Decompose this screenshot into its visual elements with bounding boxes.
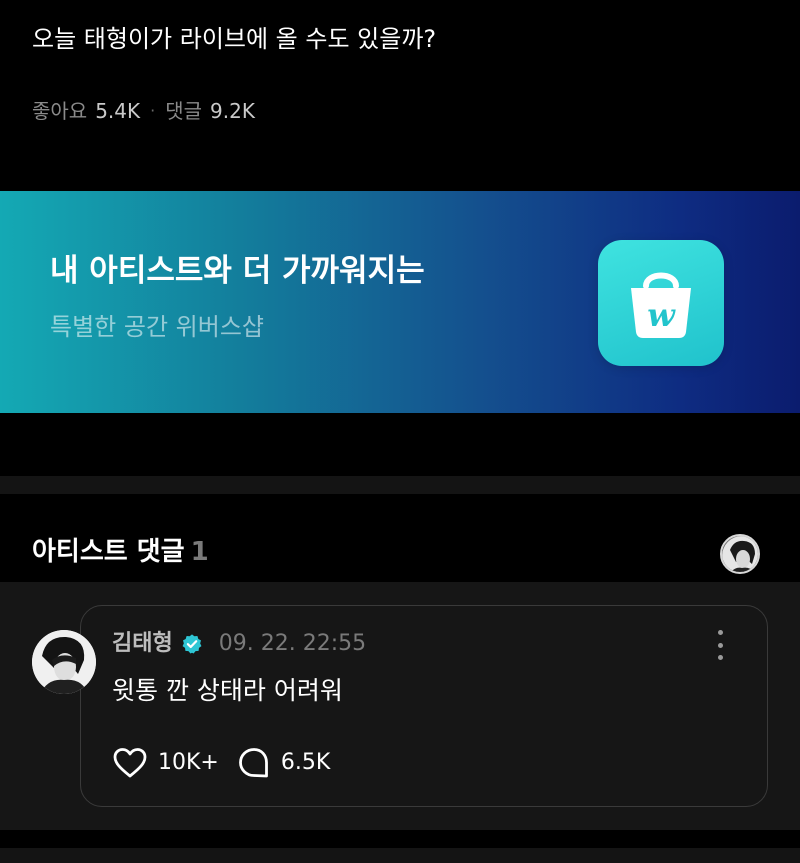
banner-title: 내 아티스트와 더 가까워지는	[50, 253, 425, 289]
comments-count: 9.2K	[210, 99, 255, 123]
svg-text:w: w	[647, 296, 676, 334]
artist-comments-count: 1	[190, 537, 209, 567]
speech-bubble-icon	[238, 748, 268, 778]
comment-text: 윗통 깐 상태라 어려워	[112, 676, 343, 705]
comment-timestamp: 09. 22. 22:55	[218, 631, 367, 656]
next-section-band	[0, 848, 800, 863]
more-options-icon[interactable]	[712, 630, 728, 660]
banner-subtitle: 특별한 공간 위버스샵	[50, 313, 264, 341]
comment-author-name[interactable]: 김태형	[112, 628, 173, 660]
post-text: 오늘 태형이가 라이브에 올 수도 있을까?	[32, 25, 437, 53]
post-stats: 좋아요 5.4K · 댓글 9.2K	[32, 96, 255, 126]
weverse-shop-bag-icon: w	[598, 240, 724, 366]
like-button[interactable]: 10K+	[112, 747, 219, 779]
artist-comments-title: 아티스트 댓글	[32, 537, 185, 567]
spacer	[0, 830, 800, 848]
like-count: 10K+	[158, 750, 219, 775]
verified-badge-icon	[182, 634, 202, 654]
author-avatar[interactable]	[32, 630, 96, 694]
comment-author-row: 김태형 09. 22. 22:55	[112, 628, 366, 660]
heart-icon	[113, 748, 147, 778]
comment-actions: 10K+ 6.5K	[112, 746, 330, 780]
weverse-shop-banner[interactable]: 내 아티스트와 더 가까워지는 특별한 공간 위버스샵 w	[0, 191, 800, 413]
likes-label: 좋아요	[32, 99, 88, 123]
artist-comments-header: 아티스트 댓글 1	[32, 534, 209, 570]
likes-count: 5.4K	[95, 99, 141, 123]
stats-separator: ·	[150, 101, 156, 120]
reply-count: 6.5K	[280, 750, 331, 775]
comment-page: 오늘 태형이가 라이브에 올 수도 있을까? 좋아요 5.4K · 댓글 9.2…	[0, 0, 800, 863]
section-divider	[0, 476, 800, 494]
artist-avatar-small[interactable]	[720, 534, 760, 574]
reply-button[interactable]: 6.5K	[237, 746, 330, 780]
comments-label: 댓글	[165, 99, 203, 123]
